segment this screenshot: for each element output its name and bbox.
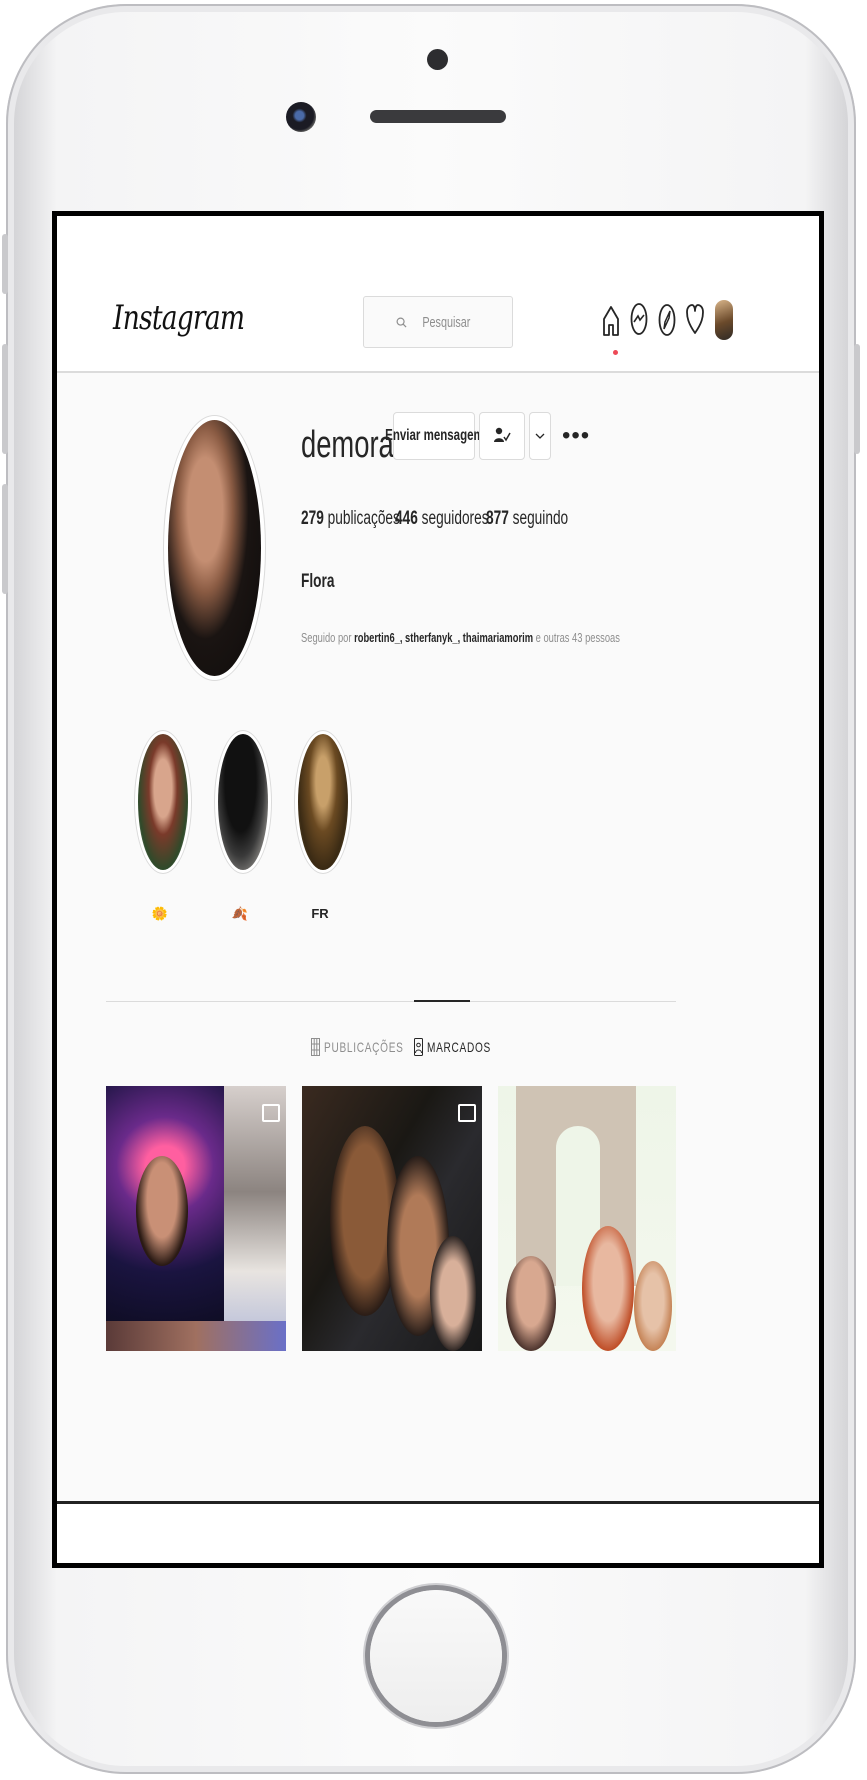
posts-label: publicações [323, 508, 400, 529]
highlight-label: FR [311, 906, 329, 921]
avatar [715, 300, 733, 340]
highlight-cover [138, 734, 188, 870]
profile-picture[interactable] [164, 416, 265, 680]
following-count: 877 [486, 508, 509, 529]
heart-icon[interactable] [680, 298, 710, 342]
followed-by-prefix: Seguido por [301, 630, 355, 645]
notification-dot [613, 350, 618, 355]
person-check-icon [494, 427, 511, 442]
home-button[interactable] [370, 1590, 502, 1722]
post-thumbnail[interactable] [302, 1086, 482, 1351]
highlight-cover [218, 734, 268, 870]
search-icon [396, 317, 407, 328]
screen: Instagram Pesquisar demoraese Enviar men… [52, 211, 824, 1568]
suggestions-dropdown-button[interactable] [529, 412, 551, 460]
instagram-logo[interactable]: Instagram [113, 298, 245, 338]
grid-icon [311, 1038, 320, 1056]
post-image [634, 1261, 672, 1351]
post-image [582, 1226, 634, 1351]
send-message-label: Enviar mensagem [384, 427, 484, 444]
send-message-button[interactable]: Enviar mensagem [385, 412, 483, 460]
highlight-label: 🍂 [231, 906, 249, 921]
volume-down-button [2, 484, 8, 594]
multiple-photos-icon [458, 1104, 476, 1122]
messenger-icon[interactable] [624, 298, 654, 342]
post-image [430, 1236, 476, 1351]
instagram-profile-page: Instagram Pesquisar demoraese Enviar men… [57, 216, 819, 1504]
tab-label: MARCADOS [427, 1039, 492, 1055]
followers-stat[interactable]: 446 seguidores [395, 508, 489, 530]
multiple-photos-icon [262, 1104, 280, 1122]
followers-count: 446 [395, 508, 418, 529]
highlight-cover [298, 734, 348, 870]
following-stat[interactable]: 877 seguindo [486, 508, 568, 530]
post-image [106, 1321, 286, 1351]
tagged-icon [414, 1038, 423, 1056]
explore-icon[interactable] [652, 298, 682, 342]
followed-by-text[interactable]: Seguido por robertin6_, stherfanyk_, tha… [301, 630, 620, 645]
posts-stat[interactable]: 279 publicações [301, 508, 400, 530]
highlight-label: 🌼 [151, 906, 169, 921]
volume-up-button [2, 344, 8, 454]
story-highlight[interactable] [295, 731, 351, 873]
following-button[interactable] [479, 412, 525, 460]
power-button [854, 344, 860, 454]
profile-avatar[interactable] [709, 298, 739, 342]
search-placeholder: Pesquisar [422, 313, 471, 331]
story-highlight[interactable] [215, 731, 271, 873]
tab-label: PUBLICAÇÕES [324, 1039, 404, 1055]
active-tab-indicator [414, 1000, 470, 1002]
followed-by-suffix: e outras 43 pessoas [533, 630, 620, 645]
profile-photo [168, 420, 261, 676]
post-thumbnail[interactable] [498, 1086, 676, 1351]
followed-by-names: robertin6_, stherfanyk_, thaimariamorim [354, 630, 534, 645]
chevron-down-icon [535, 433, 545, 439]
posts-count: 279 [301, 508, 324, 529]
post-thumbnail[interactable] [106, 1086, 286, 1351]
earpiece-speaker [370, 110, 506, 123]
followers-label: seguidores [417, 508, 489, 529]
proximity-sensor [427, 49, 448, 70]
story-highlight[interactable] [135, 731, 191, 873]
post-image [136, 1156, 188, 1266]
following-label: seguindo [508, 508, 569, 529]
front-camera [286, 102, 316, 132]
home-icon[interactable] [596, 298, 626, 342]
tab-marcados[interactable]: MARCADOS [414, 1038, 516, 1056]
mute-switch [2, 234, 8, 294]
top-navigation-bar: Instagram Pesquisar [57, 216, 819, 373]
profile-full-name: Flora [301, 571, 335, 592]
post-image [506, 1256, 556, 1351]
tabs-divider [106, 1001, 676, 1002]
more-options-button[interactable]: ••• [562, 422, 590, 450]
search-input[interactable]: Pesquisar [363, 296, 513, 348]
post-image [224, 1086, 286, 1351]
